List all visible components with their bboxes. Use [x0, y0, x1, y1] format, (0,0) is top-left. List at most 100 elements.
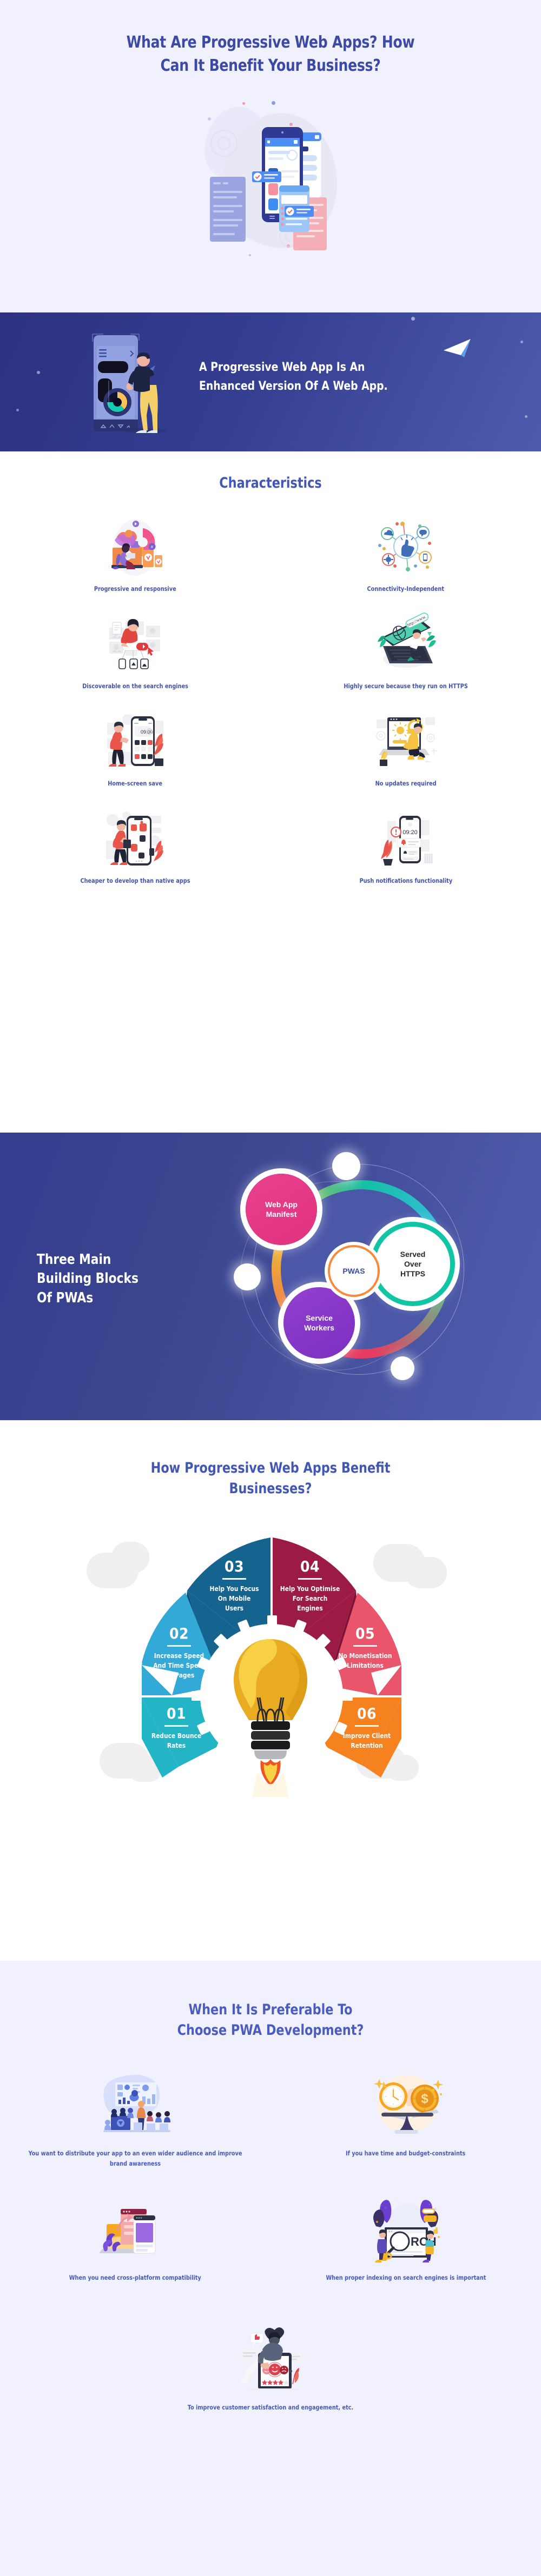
node-label-line-3: HTTPS: [400, 1269, 425, 1279]
arc-segment-06[interactable]: 06 Improve Client Retention: [329, 1706, 405, 1750]
preferable-label: You want to distribute your app to an ev…: [28, 2149, 242, 2167]
node-label-line-1: Web App: [265, 1200, 298, 1209]
svg-text:#: #: [151, 545, 153, 549]
characteristics-grid: # Progressive and responsive Connectivit…: [0, 516, 541, 906]
segment-number: 03: [224, 1557, 245, 1575]
characteristic-label: Discoverable on the search engines: [82, 682, 188, 690]
preferable-label: To improve customer satisfaction and eng…: [187, 2403, 354, 2411]
svg-text:o: o: [385, 2206, 387, 2210]
phone-homescreen-icon: 09:00: [103, 711, 168, 771]
preferable-item[interactable]: You want to distribute your app to an ev…: [0, 2071, 270, 2195]
node-label-line-1: Served: [400, 1249, 426, 1259]
building-blocks-copy: Three Main Building Blocks Of PWAs: [37, 1250, 172, 1308]
preferable-item[interactable]: $ If you have time and budget-constraint…: [270, 2071, 541, 2195]
node-label-line-2: Manifest: [266, 1210, 297, 1219]
benefits-title-line-1: How Progressive Web Apps Benefit: [150, 1460, 391, 1476]
preferable-section: When It Is Preferable To Choose PWA Deve…: [0, 1961, 541, 2576]
benefits-title-line-2: Businesses?: [229, 1480, 312, 1497]
preferable-title-line-1: When It Is Preferable To: [188, 2001, 353, 2018]
segment-text-line: And Time Spent: [153, 1661, 205, 1669]
characteristics-title: Characteristics: [219, 475, 322, 491]
blocks-title-line-2: Building Blocks: [37, 1270, 138, 1287]
characteristic-item[interactable]: Discoverable on the search engines: [0, 614, 270, 711]
segment-text-line: Rates: [167, 1741, 186, 1749]
decor-dot: [332, 1152, 360, 1180]
characteristic-item[interactable]: # Progressive and responsive: [0, 516, 270, 614]
hero-title-line-1: What Are Progressive Web Apps? How: [126, 33, 415, 52]
preferable-item[interactable]: To improve customer satisfaction and eng…: [0, 2325, 541, 2413]
segment-number: 04: [300, 1557, 320, 1575]
node-served-over-https[interactable]: Served Over HTTPS: [375, 1227, 450, 1301]
segment-text-line: No Monetisation: [338, 1651, 392, 1660]
node-label-line-2: Workers: [304, 1323, 334, 1332]
search-magnifier-icon: RCH + o + o: [365, 2195, 446, 2264]
arc-segment-03[interactable]: 03 Help You Focus On Mobile Users: [194, 1559, 275, 1613]
characteristic-item[interactable]: 09:00 Home-screen save: [0, 711, 270, 808]
node-service-workers[interactable]: Service Workers: [283, 1287, 355, 1359]
push-notification-icon: 09:20: [373, 808, 438, 869]
svg-text:+: +: [428, 2202, 431, 2207]
hero-title-line-2: Can It Benefit Your Business?: [160, 56, 381, 75]
segment-number: 01: [166, 1704, 187, 1722]
decor-dot: [234, 1263, 261, 1290]
node-label-line-2: Over: [404, 1259, 421, 1268]
laptop-update-icon: [373, 711, 438, 771]
segment-rule: [355, 1725, 379, 1727]
page-title: What Are Progressive Web Apps? How Can I…: [19, 31, 522, 77]
arc-segment-05[interactable]: 05 No Monetisation Limitations: [326, 1626, 405, 1670]
svg-text:+: +: [379, 2203, 382, 2208]
segment-number: 05: [355, 1624, 375, 1642]
characteristics-section: Characteristics # Progressive and respon…: [0, 451, 541, 1133]
node-label-line-1: Service: [306, 1313, 333, 1322]
presentation-audience-icon: [95, 2071, 176, 2140]
segment-text-line: Help You Optimise: [280, 1584, 340, 1593]
preferable-item[interactable]: When you need cross-platform compatibili…: [0, 2195, 270, 2319]
devices-artwork: [210, 127, 327, 251]
characteristic-item[interactable]: Connectivity-Independent: [270, 516, 541, 614]
pwa-devices-illustration: [195, 101, 346, 263]
svg-text:09:20: 09:20: [403, 829, 418, 836]
characteristic-item[interactable]: No updates required: [270, 711, 541, 808]
pwas-center-label: PWAS: [342, 1266, 365, 1275]
rocket-lightbulb-icon: [234, 1639, 307, 1797]
characteristic-item[interactable]: Cheaper to develop than native apps: [0, 808, 270, 906]
arc-segment-02[interactable]: 02 Increase Speed And Time Spent On Page…: [140, 1626, 219, 1680]
characteristic-item[interactable]: 09:20 Push notifications functionality: [270, 808, 541, 906]
characteristic-label: Highly secure because they run on HTTPS: [344, 682, 468, 690]
segment-rule: [298, 1577, 322, 1580]
infographic-page: What Are Progressive Web Apps? How Can I…: [0, 0, 541, 2576]
preferable-item[interactable]: RCH + o + o When proper indexing on sear…: [270, 2195, 541, 2319]
preferable-label: When you need cross-platform compatibili…: [69, 2273, 201, 2281]
multi-device-icon: [95, 2195, 176, 2264]
search-discover-icon: [103, 614, 168, 674]
segment-text-line: Engines: [297, 1603, 323, 1612]
decor-dot: [391, 1356, 414, 1380]
characteristic-item[interactable]: http://www. Highly secure because they r…: [270, 613, 541, 711]
preferable-grid: You want to distribute your app to an ev…: [0, 2071, 541, 2319]
benefits-section: How Progressive Web Apps Benefit Busines…: [0, 1420, 541, 1961]
definition-banner-section: A Progressive Web App Is An Enhanced Ver…: [0, 312, 541, 451]
characteristic-label: No updates required: [375, 780, 437, 788]
node-pwas-center[interactable]: PWAS: [330, 1247, 378, 1295]
segment-text-line: Retention: [351, 1741, 383, 1749]
segment-text-line: For Search: [292, 1594, 328, 1602]
segment-text-line: Users: [225, 1603, 243, 1612]
banner-title-line-1: A Progressive Web App Is An: [199, 361, 365, 374]
pwa-venn-diagram: Web App Manifest Service Workers Served …: [234, 1152, 493, 1406]
arc-segment-01[interactable]: 01 Reduce Bounce Rates: [138, 1706, 214, 1750]
preferable-title-line-2: Choose PWA Development?: [177, 2022, 364, 2039]
characteristic-label: Push notifications functionality: [359, 877, 452, 885]
node-web-app-manifest[interactable]: Web App Manifest: [246, 1174, 317, 1245]
segment-text-line: Help You Focus: [209, 1584, 259, 1593]
clock-coin-balance-icon: $: [365, 2071, 446, 2140]
banner-copy: A Progressive Web App Is An Enhanced Ver…: [199, 358, 453, 396]
preferable-title: When It Is Preferable To Choose PWA Deve…: [22, 2000, 519, 2041]
characteristic-label: Home-screen save: [108, 780, 163, 788]
arc-segment-04[interactable]: 04 Help You Optimise For Search Engines: [269, 1559, 351, 1613]
svg-text:o: o: [434, 2207, 437, 2211]
benefits-title: How Progressive Web Apps Benefit Busines…: [22, 1458, 519, 1500]
blocks-title-line-1: Three Main: [37, 1252, 111, 1268]
segment-rule: [353, 1645, 377, 1647]
segment-text-line: Reduce Bounce: [151, 1731, 202, 1740]
laptop-https-icon: http://www.: [373, 613, 438, 674]
